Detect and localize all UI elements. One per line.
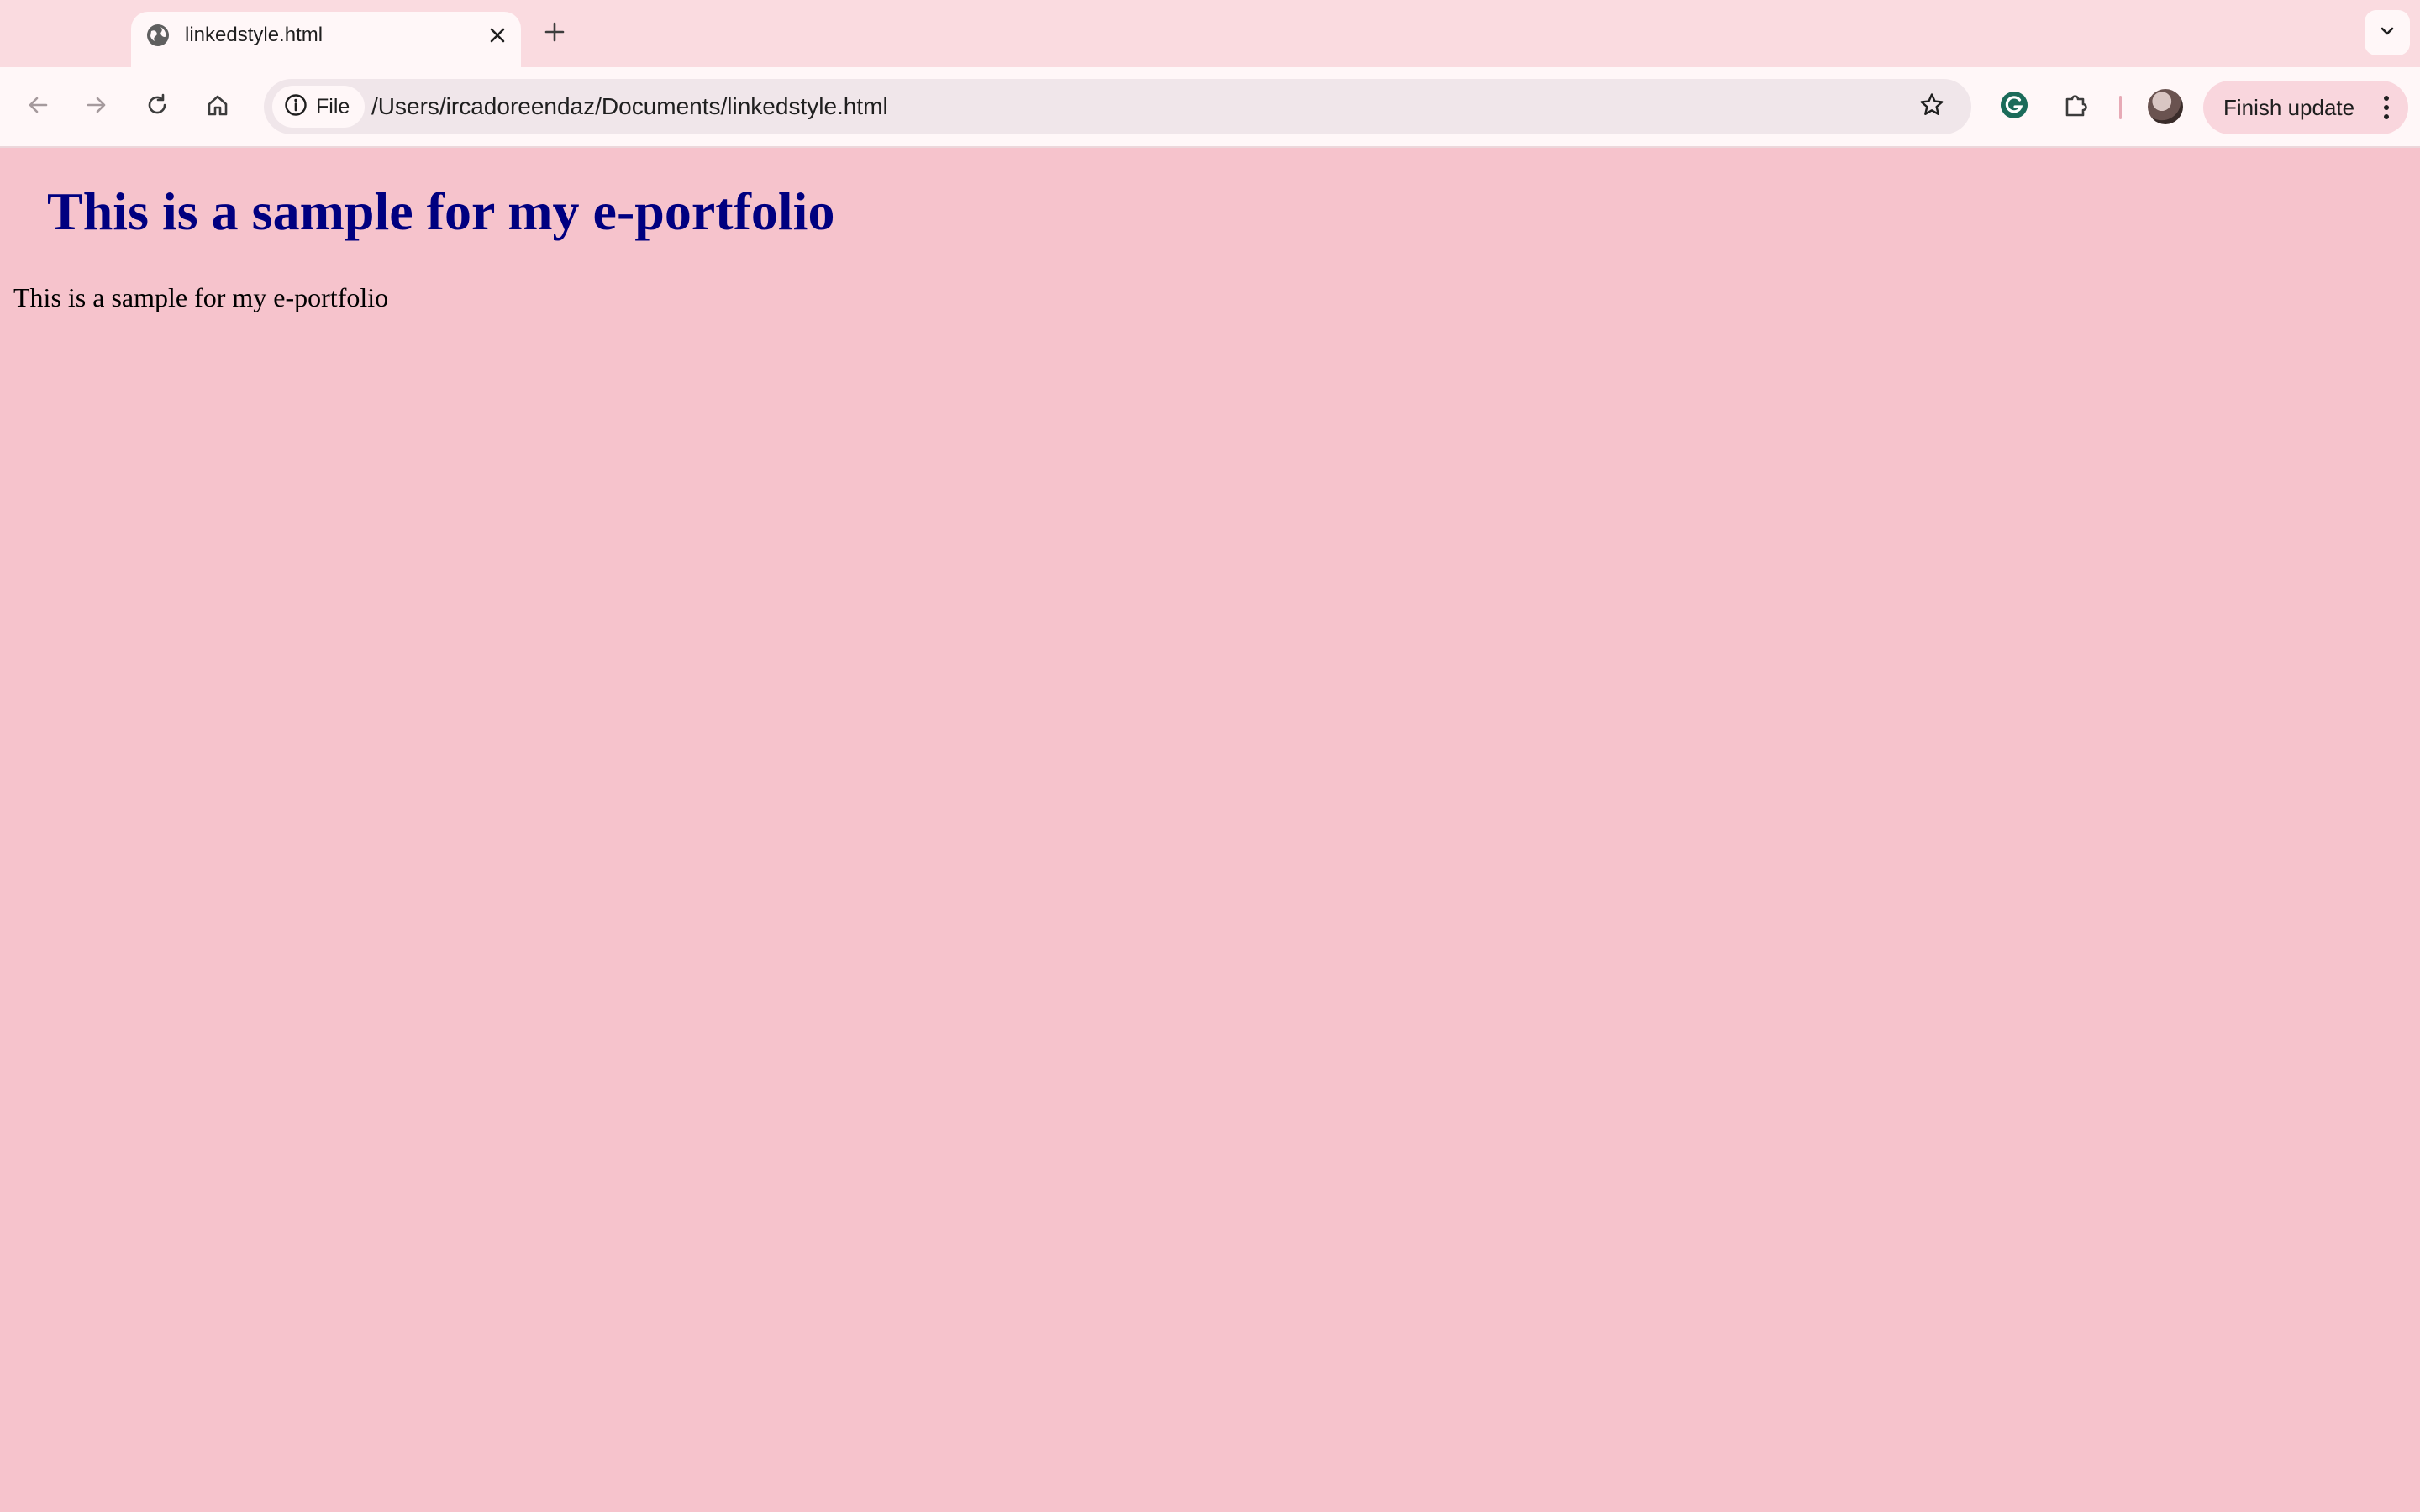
reload-button[interactable] [136,86,178,128]
page-paragraph: This is a sample for my e-portfolio [13,282,389,312]
browser-window: linkedstyle.html File /Users/ircadoreend… [0,0,2420,1512]
home-icon [205,92,230,122]
site-info-label: File [316,94,350,118]
star-icon [1918,92,1945,123]
page-heading: This is a sample for my e-portfolio [47,181,835,241]
avatar[interactable] [2148,89,2183,124]
tab-search-button[interactable] [2365,10,2410,55]
arrow-left-icon [25,92,50,122]
finish-update-label: Finish update [2223,95,2355,120]
toolbar-divider [2119,96,2122,119]
back-button[interactable] [17,86,59,128]
new-tab-button[interactable] [538,17,571,50]
url-text[interactable]: /Users/ircadoreendaz/Documents/linkedsty… [371,93,888,120]
grammarly-extension-button[interactable] [1993,86,2035,128]
extensions-button[interactable] [2055,86,2097,128]
site-info-chip[interactable]: File [272,86,366,128]
tab-title: linkedstyle.html [185,24,324,46]
finish-update-button[interactable]: Finish update [2203,81,2408,134]
arrow-right-icon [84,92,109,122]
browser-toolbar: File /Users/ircadoreendaz/Documents/link… [0,67,2420,148]
puzzle-icon [2062,91,2091,123]
close-icon[interactable] [482,20,513,50]
kebab-menu-icon[interactable] [2370,89,2403,126]
bookmark-button[interactable] [1911,86,1953,128]
tab-linkedstyle[interactable]: linkedstyle.html [131,12,521,67]
plus-icon [544,21,566,47]
chevron-down-icon [2378,22,2396,45]
reload-icon [145,92,170,122]
address-bar[interactable]: File /Users/ircadoreendaz/Documents/link… [264,79,1971,134]
info-icon [284,93,308,121]
tab-strip: linkedstyle.html [0,0,2420,67]
globe-icon [146,24,170,47]
page-content: This is a sample for my e-portfolio This… [0,148,2420,1512]
grammarly-icon [2000,91,2028,123]
forward-button[interactable] [76,86,118,128]
home-button[interactable] [197,86,239,128]
